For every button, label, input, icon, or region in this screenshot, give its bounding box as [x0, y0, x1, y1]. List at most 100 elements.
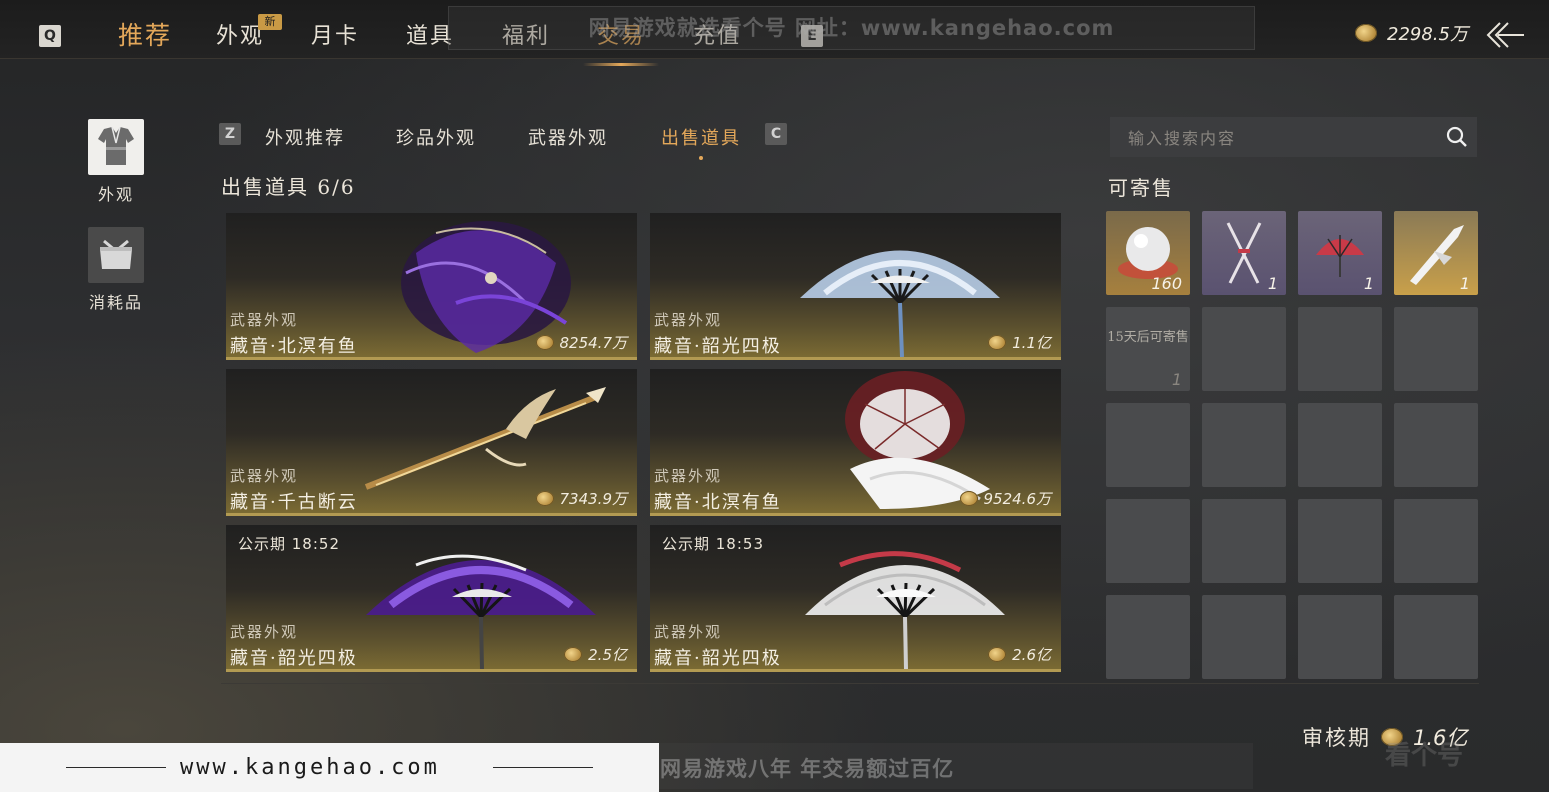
sale-item-card[interactable]: 武器外观 藏音·北溟有鱼 9524.6万: [650, 369, 1061, 516]
empty-slot: [1106, 403, 1190, 487]
watermark-logo: 看个号: [1385, 741, 1464, 771]
empty-slot: [1202, 595, 1286, 679]
item-price: 9524.6万: [959, 488, 1052, 509]
empty-slot: [1202, 403, 1286, 487]
robe-icon: [88, 119, 144, 175]
item-name: 藏音·北溟有鱼: [230, 336, 358, 357]
item-name: 藏音·千古断云: [230, 492, 358, 513]
inventory-slot[interactable]: 1: [1394, 211, 1478, 295]
package-icon: [88, 227, 144, 283]
item-price: 2.6亿: [988, 644, 1051, 665]
slot-quantity: 1: [1459, 274, 1470, 293]
coin-icon: [959, 491, 978, 506]
sidebar-item-label: 消耗品: [88, 293, 143, 312]
sale-item-card[interactable]: 武器外观 藏音·韶光四极 1.1亿: [650, 213, 1061, 360]
price-value: 1.1亿: [1012, 334, 1051, 352]
price-value: 2.6亿: [1012, 646, 1051, 664]
coin-icon: [535, 335, 554, 350]
empty-slot: [1106, 595, 1190, 679]
item-category: 武器外观: [654, 467, 723, 485]
locked-inventory-slot: 15天后可寄售 1: [1106, 307, 1190, 391]
empty-slot: [1394, 307, 1478, 391]
search-input[interactable]: [1110, 117, 1450, 159]
sidebar-item-appearance[interactable]: 外观: [88, 119, 144, 205]
empty-slot: [1394, 499, 1478, 583]
divider: [66, 767, 166, 768]
price-value: 2.5亿: [588, 646, 627, 664]
currency-amount: 2298.5万: [1387, 24, 1468, 45]
divider: [221, 683, 1479, 684]
divider: [493, 767, 593, 768]
announcement-timer: 公示期 18:52: [238, 535, 340, 553]
item-category: 武器外观: [230, 623, 299, 641]
item-price: 7343.9万: [535, 488, 628, 509]
inventory-slot[interactable]: 1: [1298, 211, 1382, 295]
empty-slot: [1394, 595, 1478, 679]
slot-quantity: 1: [1171, 370, 1182, 389]
sale-item-card[interactable]: 公示期 18:52 武器外观 藏音·韶光四极 2.5亿: [226, 525, 637, 672]
key-hint-q: Q: [39, 25, 61, 47]
new-badge: 新: [258, 14, 282, 30]
item-name: 藏音·北溟有鱼: [654, 492, 782, 513]
item-name: 藏音·韶光四极: [654, 336, 782, 357]
price-value: 8254.7万: [559, 334, 628, 352]
subtab-rare-appearance[interactable]: 珍品外观: [396, 124, 476, 150]
inventory-slot[interactable]: 1: [1202, 211, 1286, 295]
sidebar-item-label: 外观: [97, 185, 134, 204]
search-icon[interactable]: [1445, 125, 1469, 149]
sidebar-item-consumables[interactable]: 消耗品: [88, 227, 144, 313]
consignable-title: 可寄售: [1108, 176, 1174, 200]
subtab-appearance-recommend[interactable]: 外观推荐: [265, 124, 345, 150]
key-hint-z: Z: [219, 123, 241, 145]
empty-slot: [1202, 307, 1286, 391]
item-name: 藏音·韶光四极: [654, 648, 782, 669]
tab-monthly-card[interactable]: 月卡: [311, 18, 359, 50]
price-value: 9524.6万: [983, 490, 1052, 508]
inventory-slot[interactable]: 160: [1106, 211, 1190, 295]
item-price: 2.5亿: [564, 644, 627, 665]
subtab-weapon-appearance[interactable]: 武器外观: [528, 124, 608, 150]
subtab-items-for-sale[interactable]: 出售道具: [661, 124, 741, 160]
back-arrow-icon[interactable]: [1484, 20, 1526, 50]
coin-icon: [988, 335, 1007, 350]
sale-item-card[interactable]: 公示期 18:53 武器外观 藏音·韶光四极 2.6亿: [650, 525, 1061, 672]
item-category: 武器外观: [654, 311, 723, 329]
tab-recommend[interactable]: 推荐: [118, 16, 172, 52]
lock-text: 15天后可寄售: [1107, 330, 1189, 345]
watermark-banner: 网易游戏就选看个号 网址：www.kangehao.com: [448, 6, 1255, 50]
slot-quantity: 1: [1267, 274, 1278, 293]
coin-icon: [535, 491, 554, 506]
section-title: 出售道具 6/6: [221, 175, 356, 199]
item-category: 武器外观: [654, 623, 723, 641]
empty-slot: [1298, 403, 1382, 487]
sale-item-card[interactable]: 武器外观 藏音·千古断云 7343.9万: [226, 369, 637, 516]
search-box: [1110, 117, 1477, 159]
empty-slot: [1394, 403, 1478, 487]
currency-display: 2298.5万: [1355, 20, 1468, 46]
watermark-site: www.kangehao.com: [180, 755, 440, 780]
price-value: 7343.9万: [559, 490, 628, 508]
empty-slot: [1202, 499, 1286, 583]
item-price: 8254.7万: [535, 332, 628, 353]
tab-items[interactable]: 道具: [406, 18, 454, 50]
slot-quantity: 1: [1363, 274, 1374, 293]
item-price: 1.1亿: [988, 332, 1051, 353]
coin-icon: [564, 647, 583, 662]
watermark-site-bar: www.kangehao.com: [0, 743, 659, 792]
top-nav-bar: Q 推荐 外观 新 月卡 道具 福利 交易 充值 E 网易游戏就选看个号 网址：…: [0, 0, 1549, 66]
coin-icon: [988, 647, 1007, 662]
empty-slot: [1298, 499, 1382, 583]
tab-appearance[interactable]: 外观: [216, 18, 264, 50]
coin-icon: [1355, 24, 1377, 42]
item-category: 武器外观: [230, 467, 299, 485]
empty-slot: [1106, 499, 1190, 583]
item-name: 藏音·韶光四极: [230, 648, 358, 669]
slot-quantity: 160: [1151, 274, 1182, 293]
empty-slot: [1298, 307, 1382, 391]
sale-item-card[interactable]: 武器外观 藏音·北溟有鱼 8254.7万: [226, 213, 637, 360]
empty-slot: [1298, 595, 1382, 679]
item-category: 武器外观: [230, 311, 299, 329]
review-label: 审核期: [1302, 726, 1371, 750]
announcement-timer: 公示期 18:53: [662, 535, 764, 553]
key-hint-c: C: [765, 123, 787, 145]
